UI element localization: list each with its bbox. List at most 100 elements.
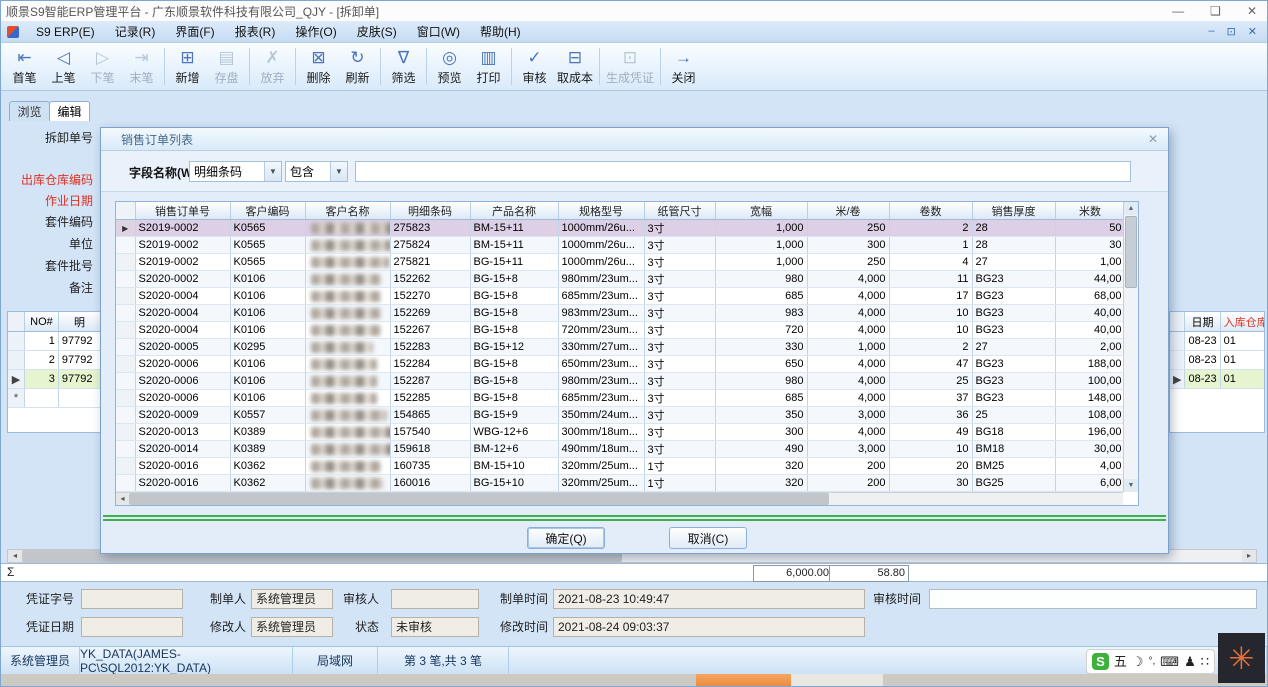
grid-row[interactable]: 297792 [8, 351, 101, 370]
table-vertical-scrollbar[interactable]: ▲ ▼ [1123, 202, 1138, 492]
cancel-button[interactable]: 取消(C) [669, 527, 747, 549]
table-row[interactable]: S2020-0016K0362160016BG-15+10320mm/25um.… [116, 475, 1125, 492]
column-header-产品名称[interactable]: 产品名称 [470, 202, 558, 220]
menu-item-1[interactable]: 记录(R) [105, 21, 166, 42]
ok-button[interactable]: 确定(Q) [527, 527, 605, 549]
scroll-thumb[interactable] [129, 493, 829, 505]
table-cell: 1000mm/26u... [558, 220, 644, 237]
grid-icon[interactable]: ∷ [1201, 653, 1209, 670]
menu-item-4[interactable]: 操作(O) [285, 21, 346, 42]
column-header-客户名称[interactable]: 客户名称 [305, 202, 390, 220]
chevron-down-icon[interactable]: ▼ [264, 162, 281, 181]
column-header-客户编码[interactable]: 客户编码 [230, 202, 305, 220]
scroll-thumb[interactable] [1125, 216, 1137, 288]
person-icon[interactable]: ♟ [1184, 653, 1196, 670]
grid-row[interactable]: ▶08-2301 [1170, 370, 1265, 389]
dialog-close-icon[interactable]: ✕ [1148, 132, 1158, 146]
column-header-销售厚度[interactable]: 销售厚度 [972, 202, 1055, 220]
mdi-close-icon[interactable]: ✕ [1248, 25, 1257, 38]
grid-row[interactable]: 08-2301 [1170, 332, 1265, 351]
table-row[interactable]: S2020-0002K0106152262BG-15+8980mm/23um..… [116, 271, 1125, 288]
column-header-规格型号[interactable]: 规格型号 [558, 202, 644, 220]
menu-item-5[interactable]: 皮肤(S) [347, 21, 407, 42]
toolbar-button-取成本[interactable]: ⊟取成本 [554, 44, 596, 89]
toolbar-button-打印[interactable]: ▥打印 [469, 44, 508, 89]
menu-item-7[interactable]: 帮助(H) [470, 21, 531, 42]
taskbar-item[interactable] [791, 674, 883, 687]
table-row[interactable]: S2020-0006K0106152285BG-15+8685mm/23um..… [116, 390, 1125, 407]
minimize-icon[interactable]: — [1172, 4, 1184, 18]
moon-icon[interactable]: ☽ [1132, 653, 1144, 670]
tab-browse[interactable]: 浏览 [9, 101, 50, 121]
save-icon: ▤ [218, 47, 234, 69]
maximize-icon[interactable]: ❑ [1210, 4, 1221, 18]
table-row[interactable]: S2020-0014K0389159618BM-12+6490mm/18um..… [116, 441, 1125, 458]
scroll-right-icon[interactable]: ▸ [1242, 550, 1256, 562]
scroll-left-icon[interactable]: ◂ [116, 493, 129, 505]
column-header-纸管尺寸[interactable]: 纸管尺寸 [644, 202, 715, 220]
column-header-米数[interactable]: 米数 [1055, 202, 1125, 220]
menu-item-3[interactable]: 报表(R) [225, 21, 286, 42]
table-cell: 685 [715, 390, 807, 407]
menu-item-2[interactable]: 界面(F) [165, 21, 224, 42]
filter-value-input[interactable] [355, 161, 1131, 182]
table-cell: S2019-0002 [135, 220, 230, 237]
taskbar-item-active[interactable] [696, 674, 791, 687]
toolbar-button-删除[interactable]: ⊠删除 [299, 44, 338, 89]
keyboard-icon[interactable]: ⌨ [1160, 653, 1179, 670]
grid-indicator-header [8, 312, 25, 332]
grid-row[interactable]: 197792 [8, 332, 101, 351]
table-cell: BG25 [972, 475, 1055, 492]
table-row[interactable]: S2020-0004K0106152269BG-15+8983mm/23um..… [116, 305, 1125, 322]
mdi-restore-icon[interactable]: ⊡ [1227, 25, 1236, 38]
grid-row[interactable]: ▶397792 [8, 370, 101, 389]
toolbar-button-新增[interactable]: ⊞新增 [168, 44, 207, 89]
column-header-宽幅[interactable]: 宽幅 [715, 202, 807, 220]
table-cell: 1000mm/26u... [558, 237, 644, 254]
table-row[interactable]: S2020-0006K0106152284BG-15+8650mm/23um..… [116, 356, 1125, 373]
table-row[interactable]: S2020-0004K0106152267BG-15+8720mm/23um..… [116, 322, 1125, 339]
filter-operator-combo[interactable]: 包含 ▼ [285, 161, 348, 182]
footer-value-制单时间: 2021-08-23 10:49:47 [553, 589, 865, 609]
table-row[interactable]: S2019-0002K0565275824BM-15+111000mm/26u.… [116, 237, 1125, 254]
table-row[interactable]: S2020-0013K0389157540WBG-12+6300mm/18um.… [116, 424, 1125, 441]
toolbar-button-上笔[interactable]: ◁上笔 [44, 44, 83, 89]
scroll-left-icon[interactable]: ◂ [8, 550, 22, 562]
grid-new-row[interactable]: * [8, 389, 101, 408]
table-horizontal-scrollbar[interactable]: ◂ [116, 492, 1123, 505]
column-header-明细条码[interactable]: 明细条码 [390, 202, 470, 220]
ime-sogou-icon[interactable]: S [1092, 653, 1109, 670]
toolbar-button-首笔[interactable]: ⇤首笔 [5, 44, 44, 89]
chevron-down-icon[interactable]: ▼ [330, 162, 347, 181]
menu-item-6[interactable]: 窗口(W) [407, 21, 470, 42]
mdi-minimize-icon[interactable]: – [1208, 25, 1214, 38]
toolbar-button-筛选[interactable]: ∇筛选 [384, 44, 423, 89]
table-cell: 650 [715, 356, 807, 373]
scroll-down-icon[interactable]: ▼ [1124, 479, 1138, 492]
close-icon[interactable]: ✕ [1247, 4, 1257, 18]
toolbar-button-预览[interactable]: ◎预览 [430, 44, 469, 89]
toolbar-button-刷新[interactable]: ↻刷新 [338, 44, 377, 89]
column-header-销售订单号[interactable]: 销售订单号 [135, 202, 230, 220]
table-row[interactable]: S2020-0006K0106152287BG-15+8980mm/23um..… [116, 373, 1125, 390]
table-row[interactable]: ▶S2019-0002K0565275823BM-15+111000mm/26u… [116, 220, 1125, 237]
toolbar-button-关闭[interactable]: →关闭 [664, 44, 703, 89]
table-cell: 980 [715, 271, 807, 288]
column-header-米/卷[interactable]: 米/卷 [807, 202, 889, 220]
column-header-卷数[interactable]: 卷数 [889, 202, 972, 220]
table-row[interactable]: S2019-0002K0565275821BG-15+111000mm/26u.… [116, 254, 1125, 271]
scroll-up-icon[interactable]: ▲ [1124, 202, 1138, 215]
ime-mode-icon[interactable]: 五 [1114, 653, 1127, 670]
grid-row[interactable]: 08-2301 [1170, 351, 1265, 370]
table-row[interactable]: S2020-0009K0557154865BG-15+9350mm/24um..… [116, 407, 1125, 424]
table-row[interactable]: S2020-0005K0295152283BG-15+12330mm/27um.… [116, 339, 1125, 356]
punctuation-icon[interactable]: °, [1149, 653, 1156, 670]
filter-field-combo[interactable]: 明细条码 ▼ [189, 161, 282, 182]
menu-item-0[interactable]: S9 ERP(E) [26, 21, 105, 42]
table-row[interactable]: S2020-0016K0362160735BM-15+10320mm/25um.… [116, 458, 1125, 475]
row-indicator [116, 339, 135, 356]
app-corner-logo[interactable]: ✳ [1218, 633, 1265, 683]
toolbar-button-审核[interactable]: ✓审核 [515, 44, 554, 89]
table-row[interactable]: S2020-0004K0106152270BG-15+8685mm/23um..… [116, 288, 1125, 305]
tab-edit[interactable]: 编辑 [49, 101, 90, 121]
